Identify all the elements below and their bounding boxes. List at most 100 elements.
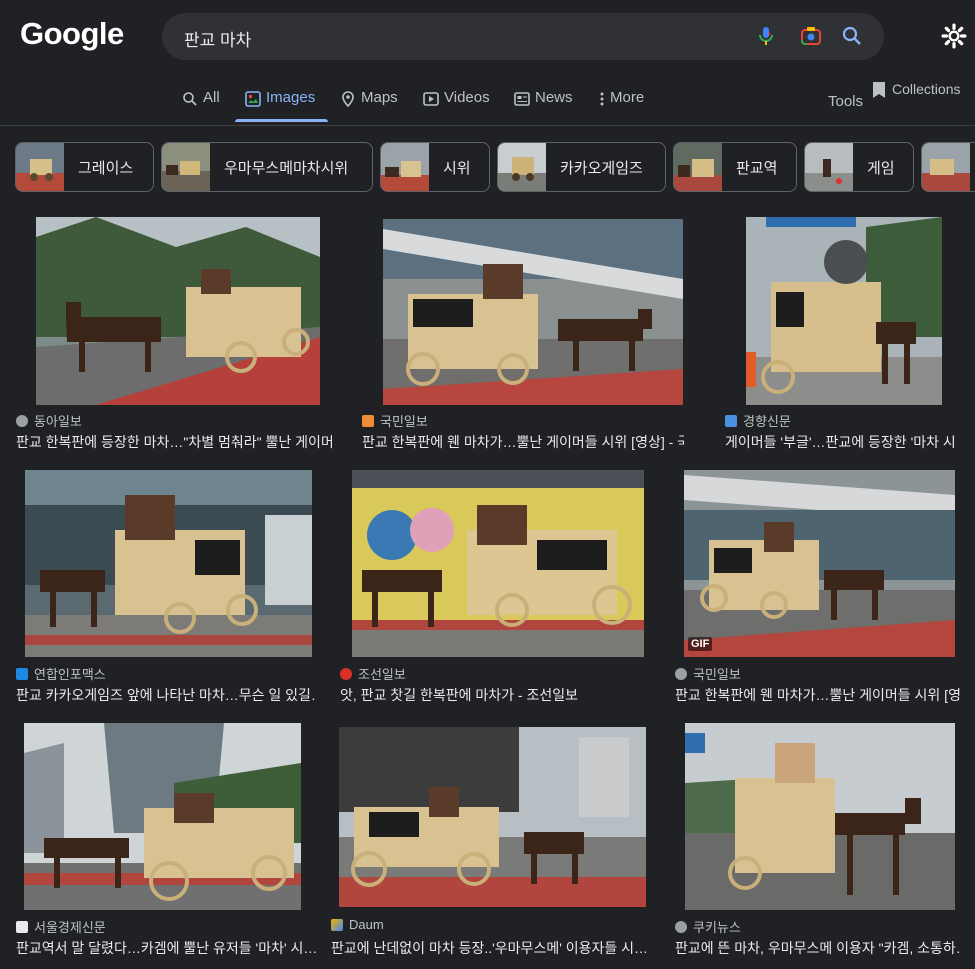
result-source[interactable]: 서울경제신문 — [16, 917, 106, 936]
video-icon — [423, 92, 439, 106]
search-box[interactable]: 판교 마차 — [162, 13, 884, 60]
chip-thumbnail — [922, 143, 970, 191]
result-image[interactable] — [746, 217, 942, 405]
source-name: 쿠키뉴스 — [693, 920, 741, 935]
result-source[interactable]: 쿠키뉴스 — [675, 917, 741, 936]
collections-button[interactable]: Collections — [872, 81, 960, 99]
result-source[interactable]: 동아일보 — [16, 411, 82, 430]
source-favicon — [675, 667, 687, 680]
result-source[interactable]: 연합인포맥스 — [16, 664, 106, 683]
mic-icon[interactable] — [754, 24, 778, 48]
tab-more[interactable]: More — [599, 89, 644, 125]
gif-badge: GIF — [688, 637, 713, 651]
source-name: Daum — [349, 917, 384, 932]
horse-carriage-photo — [383, 219, 683, 405]
result-image[interactable] — [352, 470, 644, 657]
result-source[interactable]: Daum — [331, 917, 384, 932]
tab-maps[interactable]: Maps — [340, 89, 398, 125]
tab-more-label: More — [610, 89, 645, 106]
header: Google 판교 마차 All Images Maps Videos News… — [0, 0, 975, 126]
tab-maps-label: Maps — [361, 89, 398, 106]
result-source[interactable]: 조선일보 — [340, 664, 406, 683]
source-favicon — [16, 414, 28, 427]
camera-icon[interactable] — [799, 24, 823, 48]
tools-button[interactable]: Tools — [828, 93, 863, 110]
horse-carriage-photo — [36, 217, 320, 405]
search-icon[interactable] — [840, 24, 864, 48]
chip-label: 시위 — [443, 159, 471, 177]
horse-carriage-photo — [685, 723, 955, 910]
source-favicon — [725, 414, 737, 427]
more-vert-icon — [600, 92, 604, 106]
result-title[interactable]: 판교에 뜬 마차, 우마무스메 이용자 "카겜, 소통하… — [675, 938, 960, 958]
result-image[interactable] — [339, 727, 646, 907]
search-input[interactable]: 판교 마차 — [184, 26, 251, 51]
result-title[interactable]: 판교역서 말 달렸다…카겜에 뿔난 유저들 '마차' 시… — [16, 938, 316, 958]
result-image[interactable] — [25, 470, 312, 657]
source-favicon — [331, 918, 343, 931]
chip-thumbnail — [674, 143, 722, 191]
source-favicon — [362, 414, 374, 427]
chip-label: 게임 — [867, 159, 895, 177]
source-favicon — [16, 667, 28, 680]
chip-그레이스[interactable]: 그레이스 — [15, 142, 154, 192]
chip-thumbnail — [805, 143, 853, 191]
result-title[interactable]: 판교에 난데없이 마차 등장..'우마무스메' 이용자들 시… — [331, 938, 646, 958]
image-icon — [245, 91, 261, 107]
chip-thumbnail — [16, 143, 64, 191]
chip-thumbnail — [381, 143, 429, 191]
chip-partial[interactable] — [921, 142, 975, 192]
tab-all-label: All — [203, 89, 220, 106]
tab-all[interactable]: All — [182, 89, 220, 125]
source-name: 서울경제신문 — [34, 920, 106, 935]
result-title[interactable]: 앗, 판교 찻길 한복판에 마차가 - 조선일보 — [340, 685, 650, 705]
collections-label: Collections — [892, 81, 961, 97]
source-name: 동아일보 — [34, 414, 82, 429]
chip-label: 카카오게임즈 — [560, 159, 643, 177]
horse-carriage-photo — [339, 727, 646, 907]
source-name: 조선일보 — [358, 667, 406, 682]
google-logo[interactable]: Google — [20, 16, 124, 52]
horse-carriage-photo — [352, 470, 644, 657]
result-image[interactable] — [685, 723, 955, 910]
map-pin-icon — [342, 91, 354, 107]
result-image[interactable]: GIF — [684, 470, 955, 657]
result-source[interactable]: 국민일보 — [362, 411, 428, 430]
result-image[interactable] — [383, 219, 683, 405]
result-image[interactable] — [36, 217, 320, 405]
bookmark-icon — [873, 82, 885, 98]
tab-news-label: News — [535, 89, 573, 106]
news-icon — [514, 92, 530, 106]
result-title[interactable]: 판교 한복판에 등장한 마차…"차별 멈춰라" 뿔난 게이머… — [16, 432, 332, 452]
tab-images-label: Images — [266, 89, 316, 106]
source-name: 경향신문 — [743, 414, 791, 429]
result-image[interactable] — [24, 723, 301, 910]
chip-우마무스메마차시위[interactable]: 우마무스메마차시위 — [161, 142, 373, 192]
tab-videos[interactable]: Videos — [423, 89, 490, 125]
horse-carriage-photo — [746, 217, 942, 405]
chip-시위[interactable]: 시위 — [380, 142, 490, 192]
gear-icon[interactable] — [941, 23, 967, 49]
search-icon — [183, 92, 197, 106]
source-favicon — [675, 920, 687, 933]
source-name: 국민일보 — [693, 667, 741, 682]
chip-판교역[interactable]: 판교역 — [673, 142, 797, 192]
horse-carriage-photo — [684, 470, 955, 657]
chip-카카오게임즈[interactable]: 카카오게임즈 — [497, 142, 666, 192]
chip-label: 판교역 — [736, 159, 778, 177]
chip-게임[interactable]: 게임 — [804, 142, 914, 192]
result-title[interactable]: 판교 한복판에 웬 마차가…뿔난 게이머들 시위 [영상] - 국… — [362, 432, 684, 452]
result-title[interactable]: 판교 카카오게임즈 앞에 나타난 마차…무슨 일 있길… — [16, 685, 316, 705]
source-name: 국민일보 — [380, 414, 428, 429]
result-title[interactable]: 게이머들 '부글'…판교에 등장한 '마차 시… — [725, 432, 955, 452]
chip-thumbnail — [498, 143, 546, 191]
source-favicon — [340, 667, 352, 680]
result-source[interactable]: 국민일보 — [675, 664, 741, 683]
source-favicon — [16, 920, 28, 933]
result-title[interactable]: 판교 한복판에 웬 마차가…뿔난 게이머들 시위 [영… — [675, 685, 960, 705]
tab-news[interactable]: News — [514, 89, 573, 125]
chip-thumbnail — [162, 143, 210, 191]
result-source[interactable]: 경향신문 — [725, 411, 791, 430]
chip-label: 그레이스 — [78, 159, 134, 177]
active-tab-indicator — [235, 119, 328, 122]
